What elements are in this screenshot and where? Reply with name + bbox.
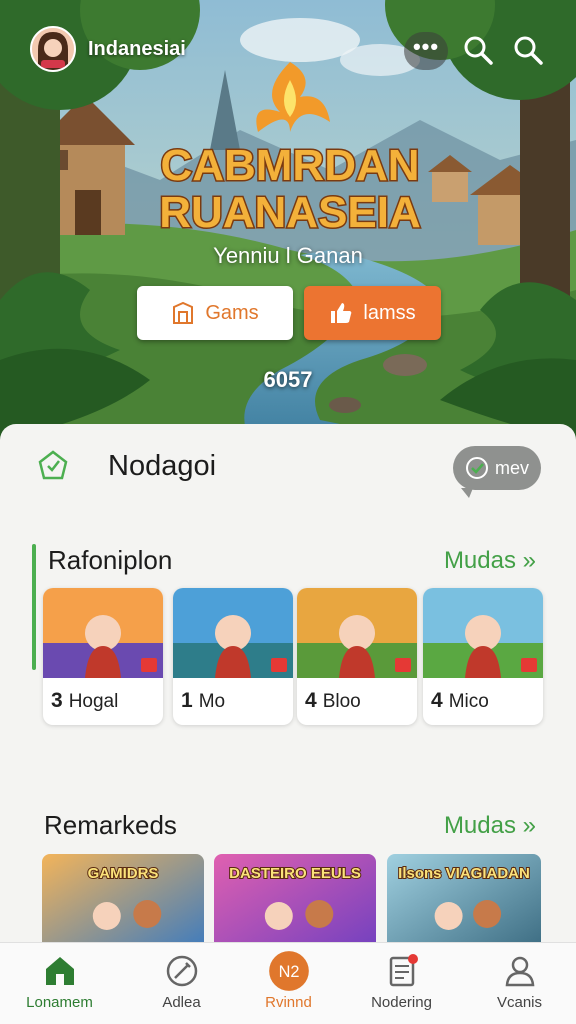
section2-title: Remarkeds: [44, 810, 177, 840]
card-tag-icon: [395, 658, 411, 672]
home-icon: [46, 957, 74, 985]
game-card-thumbnail: [297, 588, 417, 678]
nav-profile[interactable]: Vcanis: [462, 943, 576, 1024]
document-icon: [389, 954, 418, 987]
game-card-thumbnail: [43, 588, 163, 678]
games-button[interactable]: Gams: [137, 286, 293, 340]
thumbs-up-icon: [331, 303, 352, 323]
pencil-icon: [166, 955, 198, 987]
building-icon: [173, 301, 194, 324]
section1-title: Rafoniplon: [48, 545, 173, 575]
nav-adlea[interactable]: Adlea: [124, 943, 239, 1024]
featured-banner-art: GAMIDRS: [42, 854, 204, 954]
game-card-name: Bloo: [322, 691, 361, 712]
content-sheet: Nodagoi mev Rafoniplon Mudas » 3 Hogal 1 Mo…: [0, 424, 576, 1024]
game-card-name: Hogal: [68, 691, 119, 712]
featured-banner[interactable]: GAMIDRS: [42, 854, 204, 954]
card-tag-icon: [141, 658, 157, 672]
n2-badge-icon: N2: [269, 951, 309, 991]
game-card-name: Mo: [198, 691, 226, 712]
nav-profile-label: Vcanis: [496, 994, 543, 1011]
check-circle-icon: [465, 457, 488, 479]
games-button-label: Gams: [205, 301, 259, 324]
featured-banner-title: GAMIDRS: [88, 865, 159, 882]
game-card-label: 1 Mo: [181, 689, 225, 713]
n2-badge-text: N2: [279, 963, 300, 981]
game-card[interactable]: 4 Bloo: [297, 588, 417, 725]
nav-nodering-label: Nodering: [371, 994, 432, 1011]
section1-more-link[interactable]: Mudas »: [444, 547, 536, 575]
hero-count: 6057: [263, 367, 313, 392]
badge-star-icon: [38, 450, 68, 480]
search-icon[interactable]: [462, 34, 494, 66]
game-card-name: Mico: [448, 691, 489, 712]
featured-banner[interactable]: Ilsons VIAGIADAN: [387, 854, 541, 954]
game-card-label: 3 Hogal: [51, 689, 118, 713]
featured-banner-art: DASTEIRO EEULS: [214, 854, 376, 954]
game-card-number: 3: [51, 689, 63, 712]
game-card[interactable]: 4 Mico: [423, 588, 543, 725]
hero-banner: Indanesiai ••• CABMRDAN RUANASEIA Yenniu…: [0, 0, 576, 440]
avatar[interactable]: [30, 26, 76, 72]
search-icon-secondary[interactable]: [512, 34, 544, 66]
items-button[interactable]: lamss: [304, 286, 441, 340]
game-card-number: 1: [181, 689, 193, 712]
logo-line2: RUANASEIA: [159, 188, 421, 237]
nav-nodering[interactable]: Nodering: [344, 943, 459, 1024]
game-card[interactable]: 3 Hogal: [43, 588, 163, 725]
items-button-label: lamss: [363, 301, 416, 324]
nav-home-label: Lonamem: [26, 994, 93, 1011]
username: Indanesiai: [88, 38, 186, 60]
featured-banner-title: DASTEIRO EEULS: [229, 865, 361, 882]
section2-more-link[interactable]: Mudas »: [444, 812, 536, 840]
view-button-label: mev: [494, 457, 529, 478]
featured-banner-title: Ilsons VIAGIADAN: [398, 865, 530, 882]
nav-home[interactable]: Lonamem: [2, 943, 117, 1024]
app-root: Indanesiai ••• CABMRDAN RUANASEIA Yenniu…: [0, 0, 576, 1024]
game-logo: CABMRDAN RUANASEIA: [158, 62, 422, 239]
featured-banner[interactable]: DASTEIRO EEULS: [214, 854, 376, 954]
logo-line1: CABMRDAN: [160, 141, 419, 190]
game-card-number: 4: [431, 689, 443, 712]
section-accent-bar: [32, 544, 36, 670]
game-card-thumbnail: [423, 588, 543, 678]
nav-rvinnd[interactable]: N2 Rvinnd: [231, 943, 346, 1024]
game-card[interactable]: 1 Mo: [173, 588, 293, 725]
nav-adlea-label: Adlea: [162, 994, 201, 1011]
nav-rvinnd-label: Rvinnd: [265, 994, 312, 1011]
game-card-label: 4 Bloo: [305, 689, 361, 713]
game-card-label: 4 Mico: [431, 689, 489, 713]
avatar-image: [32, 28, 74, 70]
card-tag-icon: [271, 658, 287, 672]
profile-icon: [505, 956, 535, 987]
game-card-number: 4: [305, 689, 317, 712]
game-card-thumbnail: [173, 588, 293, 678]
bottom-nav: Lonamem Adlea N2 Rvinnd Nodering Vcanis: [0, 942, 576, 1024]
sheet-title: Nodagoi: [108, 450, 217, 482]
view-button[interactable]: mev: [453, 446, 541, 498]
card-tag-icon: [521, 658, 537, 672]
featured-banner-art: Ilsons VIAGIADAN: [387, 854, 541, 954]
hero-subtitle: Yenniu l Ganan: [213, 243, 363, 268]
